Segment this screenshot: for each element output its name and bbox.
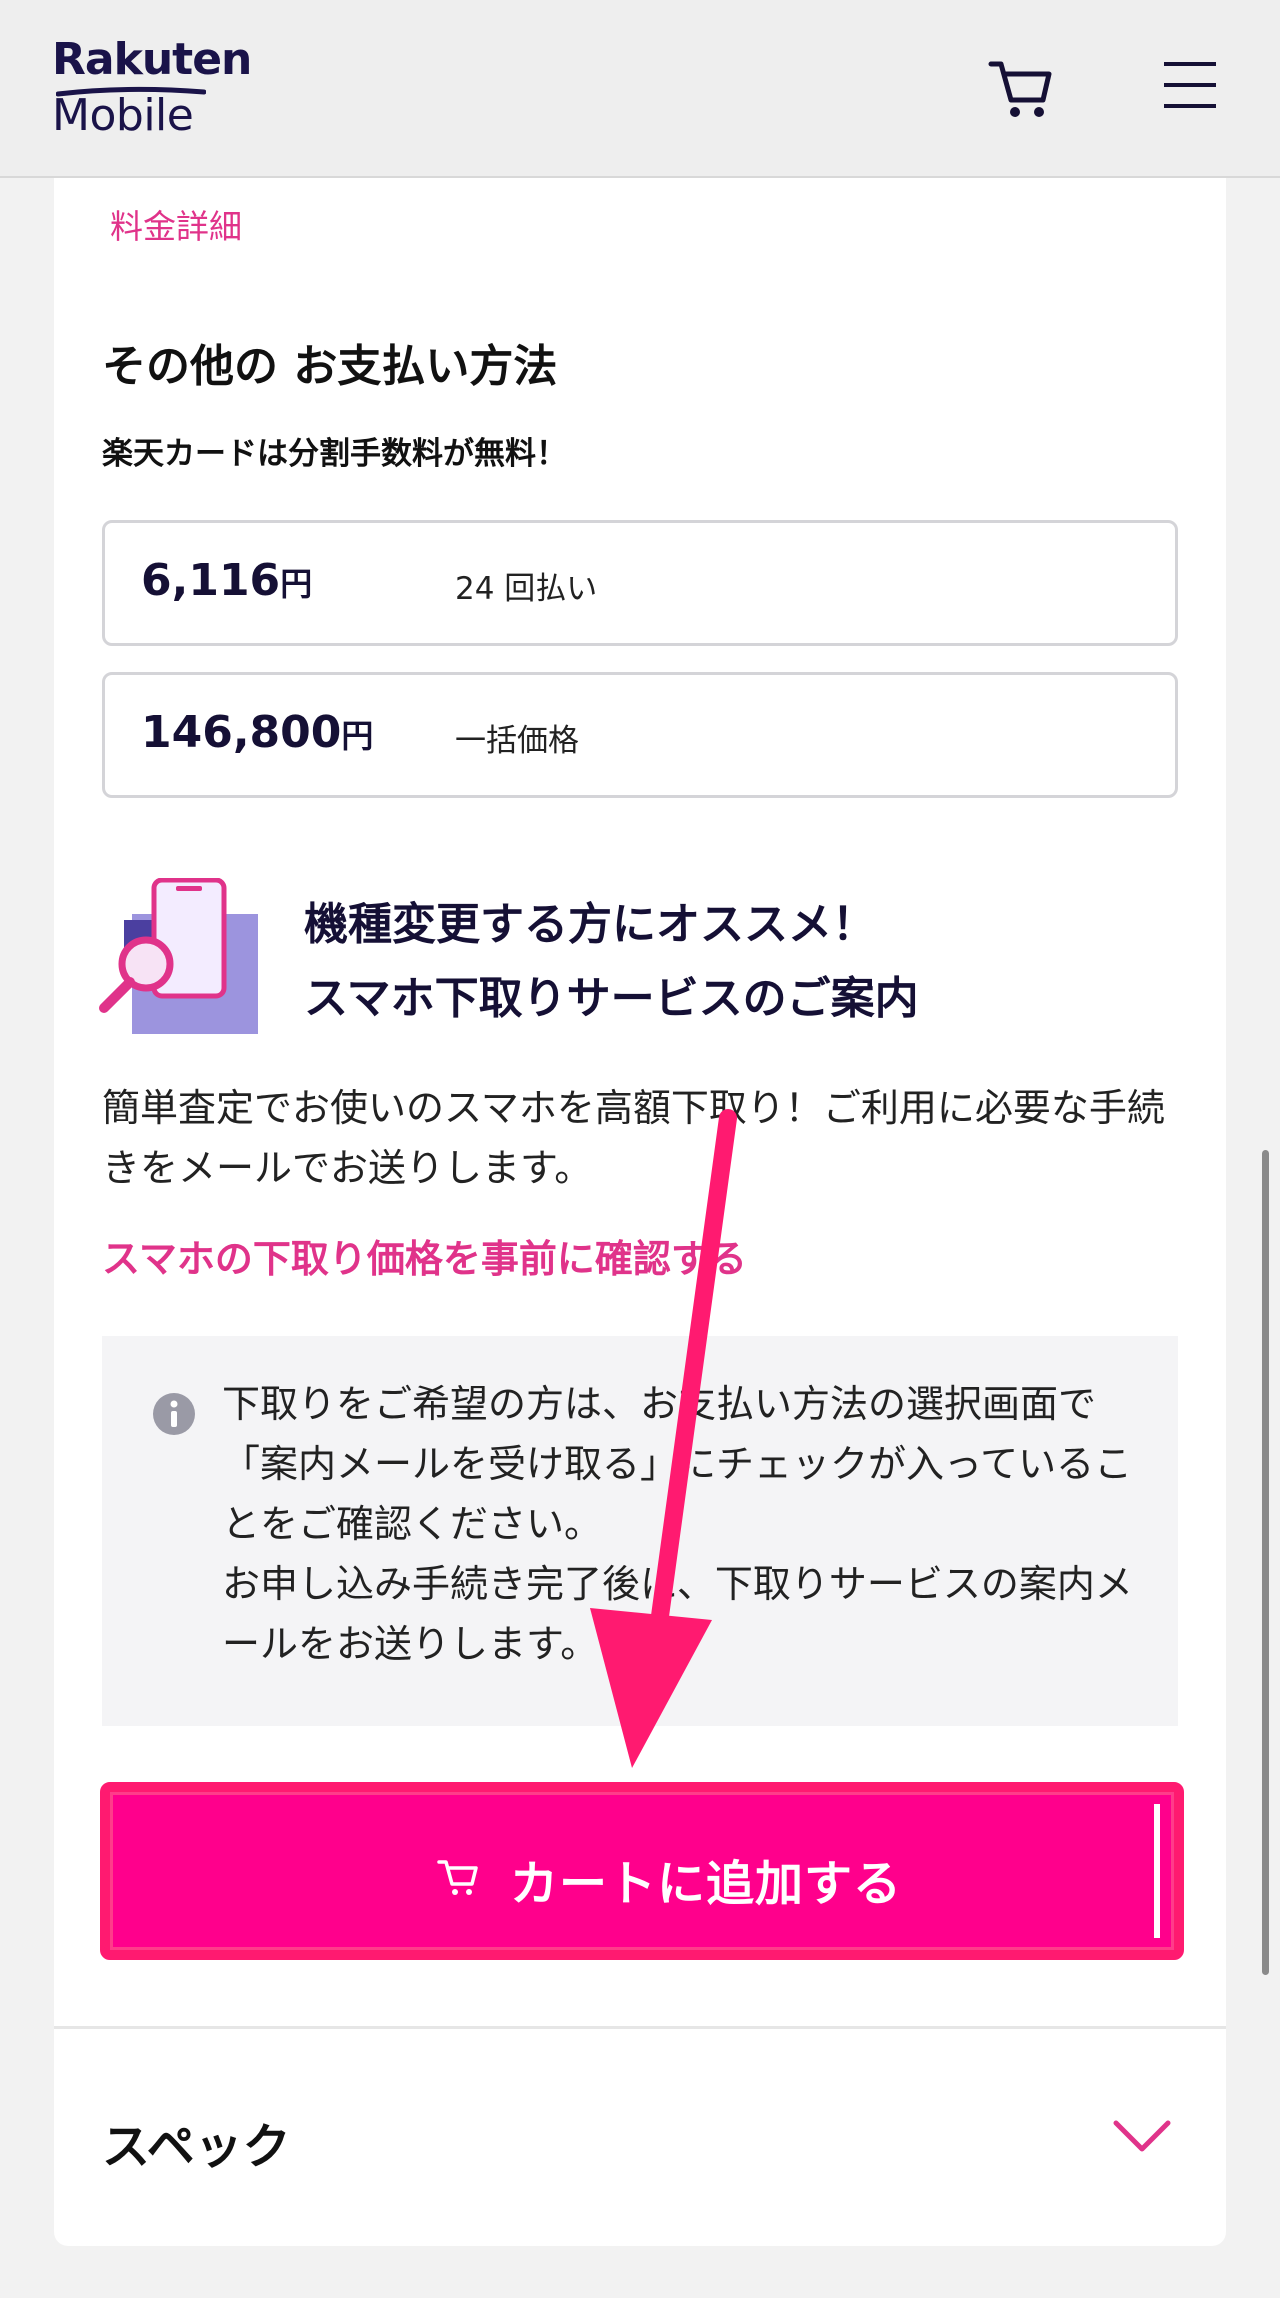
header: Rakuten Mobile	[0, 0, 1280, 178]
add-to-cart-button[interactable]: カートに追加する	[100, 1782, 1184, 1960]
price-amount: 6,116円	[141, 555, 313, 606]
notice-text: 下取りをご希望の方は、お支払い方法の選択画面で「案内メールを受け取る」にチェック…	[222, 1374, 1142, 1674]
price-label: 24 回払い	[455, 571, 598, 607]
notice-line2: お申し込み手続き完了後に、下取りサービスの案内メールをお送りします。	[222, 1562, 1133, 1666]
chevron-down-icon[interactable]	[1112, 2117, 1172, 2157]
info-icon	[153, 1393, 195, 1435]
add-to-cart-label: カートに追加する	[510, 1856, 903, 1912]
spec-accordion[interactable]: スペック	[54, 2029, 1226, 2249]
product-card: 料金詳細 その他の お支払い方法 楽天カードは分割手数料が無料！ 6,116円 …	[54, 178, 1226, 2246]
logo-product: Mobile	[52, 90, 194, 141]
cta-edge-highlight	[1154, 1804, 1160, 1938]
cart-icon	[988, 61, 1052, 117]
menu-button[interactable]	[1162, 58, 1218, 114]
trade-in-title: 機種変更する方にオススメ！ スマホ下取りサービスのご案内	[304, 888, 919, 1036]
other-payment-title: その他の お支払い方法	[102, 341, 558, 392]
logo-brand: Rakuten	[52, 34, 252, 85]
trade-in-notice: 下取りをご希望の方は、お支払い方法の選択画面で「案内メールを受け取る」にチェック…	[102, 1336, 1178, 1726]
rakuten-mobile-logo[interactable]: Rakuten Mobile	[52, 34, 252, 144]
trade-in-description: 簡単査定でお使いのスマホを高額下取り！ご利用に必要な手続きをメールでお送りします…	[102, 1086, 1165, 1190]
cart-button[interactable]	[985, 52, 1055, 122]
trade-in-price-check-link[interactable]: スマホの下取り価格を事前に確認する	[102, 1228, 747, 1283]
cart-icon	[437, 1860, 478, 1895]
lump-sum-price-option[interactable]: 146,800円 一括価格	[102, 672, 1178, 798]
trade-in-title-line1: 機種変更する方にオススメ！	[304, 899, 876, 950]
scrollbar[interactable]	[1262, 1150, 1269, 1975]
price-detail-link[interactable]: 料金詳細	[110, 200, 242, 248]
spec-title: スペック	[102, 2119, 291, 2175]
installment-price-option[interactable]: 6,116円 24 回払い	[102, 520, 1178, 646]
installment-fee-note: 楽天カードは分割手数料が無料！	[102, 436, 567, 472]
menu-icon	[1164, 62, 1216, 108]
trade-in-title-line2: スマホ下取りサービスのご案内	[304, 973, 919, 1024]
price-amount: 146,800円	[141, 707, 374, 758]
trade-in-illustration-icon	[99, 878, 258, 1034]
notice-line1: 下取りをご希望の方は、お支払い方法の選択画面で「案内メールを受け取る」にチェック…	[222, 1382, 1133, 1546]
price-label: 一括価格	[455, 723, 579, 759]
